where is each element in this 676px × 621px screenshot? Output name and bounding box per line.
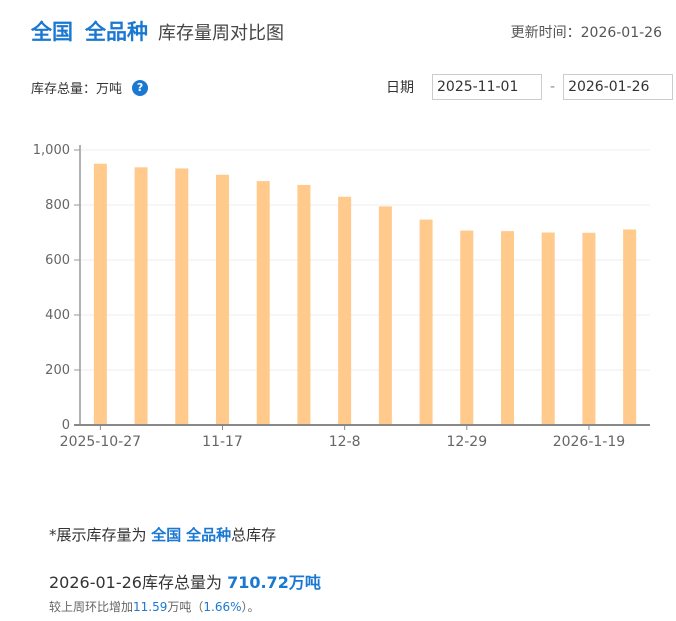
unit-row: 库存总量：万吨 ? (31, 78, 149, 97)
x-tick-label: 11-17 (202, 434, 243, 450)
change-unit: 万吨（ (167, 600, 204, 614)
date-filter: 日期 - (386, 74, 674, 100)
change-amount: 11.59 (133, 600, 168, 614)
change-prefix: 较上周环比增加 (49, 600, 134, 614)
x-tick-label: 2026-1-19 (553, 434, 625, 450)
bar[interactable] (175, 168, 189, 426)
end-date-input[interactable] (563, 74, 674, 100)
bar-chart: 0 200 400 600 800 1,000 2025-10-27 11-17 12-8 12… (33, 143, 650, 450)
change-suffix: ）。 (241, 600, 260, 614)
week-change: 较上周环比增加11.59万吨（1.66%）。 (49, 598, 260, 615)
date-separator: - (550, 79, 556, 95)
x-tick-label: 12-29 (446, 434, 487, 450)
bar[interactable] (256, 181, 270, 425)
chart-grid (80, 149, 650, 371)
bar[interactable] (623, 229, 637, 425)
bar[interactable] (134, 167, 148, 425)
y-tick-label: 1,000 (33, 143, 70, 158)
y-tick-label: 600 (45, 253, 70, 268)
y-tick-label: 400 (45, 308, 70, 323)
y-tick-label: 800 (45, 198, 70, 213)
note-region: 全国 (151, 526, 182, 544)
region-label[interactable]: 全国 (31, 16, 73, 46)
chart-y-ticks: 0 200 400 600 800 1,000 (33, 143, 70, 433)
note-variety: 全品种 (186, 526, 232, 544)
bar[interactable] (93, 163, 107, 425)
question-circle-icon[interactable]: ? (132, 79, 149, 96)
update-time-label: 更新时间： (510, 25, 581, 41)
note-fade-overlay (300, 518, 560, 548)
bar[interactable] (297, 184, 311, 425)
start-date-input[interactable] (432, 74, 542, 100)
note-suffix: 总库存 (231, 526, 277, 544)
inventory-summary: 2026-01-26库存总量为 710.72万吨 (49, 569, 321, 593)
y-tick-label: 0 (62, 418, 70, 433)
bar[interactable] (582, 232, 596, 425)
chart-axes (74, 145, 650, 430)
bar[interactable] (378, 206, 392, 425)
header: 全国 全品种 库存量周对比图 (31, 16, 284, 48)
bar[interactable] (541, 232, 555, 426)
update-time: 更新时间：2026-01-26 (511, 22, 662, 42)
change-percent: 1.66% (203, 600, 242, 614)
summary-text: 2026-01-26库存总量为 (49, 573, 228, 592)
chart-bars (93, 163, 637, 426)
summary-value: 710.72万吨 (227, 573, 321, 592)
x-tick-label: 2025-10-27 (60, 434, 141, 450)
bar[interactable] (460, 230, 474, 425)
y-tick-label: 200 (45, 363, 70, 378)
variety-label[interactable]: 全品种 (85, 16, 148, 46)
bar[interactable] (501, 231, 514, 425)
bar[interactable] (338, 196, 352, 425)
note-prefix: *展示库存量为 (49, 526, 152, 544)
unit-label: 库存总量：万吨 (31, 82, 123, 97)
update-time-value: 2026-01-26 (580, 25, 662, 41)
page-title: 库存量周对比图 (158, 23, 284, 44)
date-label: 日期 (386, 80, 414, 96)
bar[interactable] (216, 174, 229, 425)
bar[interactable] (419, 219, 433, 425)
chart-x-ticks: 2025-10-27 11-17 12-8 12-29 2026-1-19 (60, 434, 625, 450)
x-tick-label: 12-8 (329, 434, 361, 450)
